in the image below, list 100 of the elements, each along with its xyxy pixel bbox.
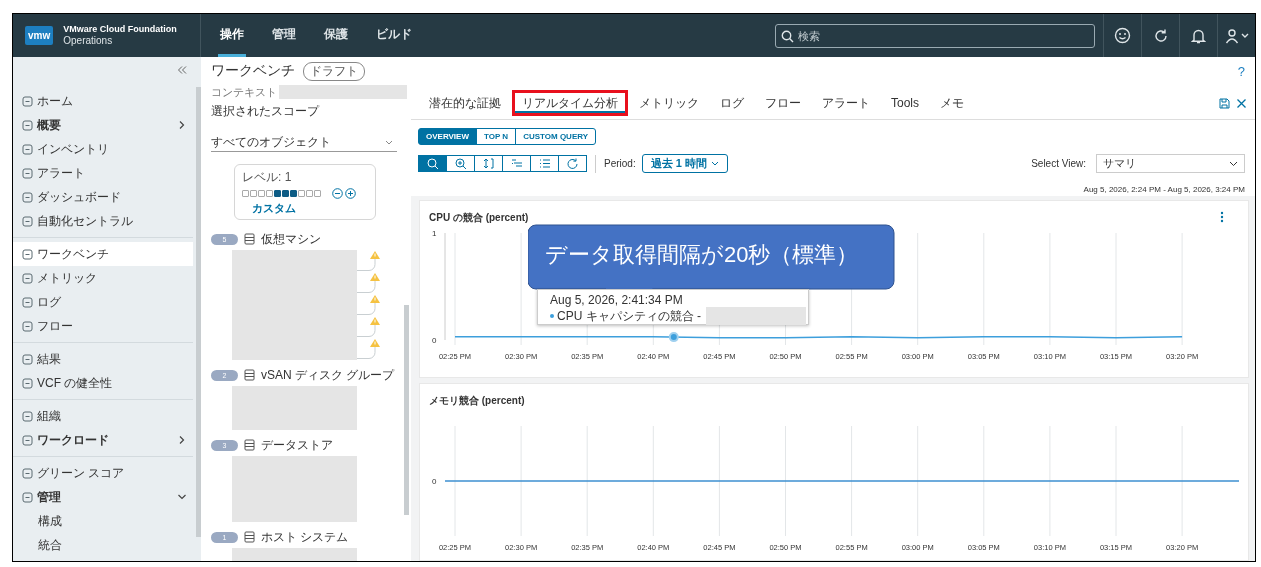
outline-icon bbox=[22, 119, 33, 131]
tree-group-label[interactable]: データストア bbox=[261, 436, 333, 454]
tooltip-time: Aug 5, 2026, 2:41:34 PM bbox=[550, 293, 684, 307]
sidebar-item[interactable]: ログ bbox=[13, 290, 193, 314]
chart-title: メモリ競合 (percent) bbox=[428, 394, 526, 408]
view-toggle[interactable]: TOP N bbox=[476, 128, 517, 145]
sidebar-item[interactable]: メトリック bbox=[13, 266, 193, 290]
plus-icon[interactable] bbox=[345, 188, 356, 199]
sidebar-item[interactable]: アラート bbox=[13, 161, 193, 185]
callout-text: データ取得間隔が20秒（標準） bbox=[545, 241, 859, 269]
list-icon[interactable] bbox=[530, 155, 559, 172]
scope-dropdown[interactable]: すべてのオブジェクト bbox=[211, 134, 397, 152]
object-icon bbox=[244, 369, 255, 381]
minus-icon[interactable] bbox=[332, 188, 343, 199]
level-cell[interactable] bbox=[274, 190, 281, 197]
refresh-icon[interactable] bbox=[1152, 27, 1169, 44]
smiley-icon[interactable] bbox=[1114, 27, 1131, 44]
outline-icon bbox=[22, 467, 33, 479]
outline-icon bbox=[22, 353, 33, 365]
view-toggle[interactable]: OVERVIEW bbox=[418, 128, 477, 145]
period-label: Period: bbox=[604, 158, 636, 169]
outline-icon bbox=[22, 491, 33, 503]
caret-icon bbox=[1229, 160, 1238, 167]
hover-point bbox=[668, 332, 679, 343]
zoom-in-icon[interactable] bbox=[446, 155, 475, 172]
level-cell[interactable] bbox=[298, 190, 305, 197]
tab[interactable]: リアルタイム分析 bbox=[512, 90, 628, 116]
level-cell[interactable] bbox=[266, 190, 273, 197]
sidebar-item[interactable]: ホーム bbox=[13, 89, 193, 113]
level-cell[interactable] bbox=[314, 190, 321, 197]
outline-icon bbox=[22, 296, 33, 308]
product-name: VMware Cloud Foundation bbox=[63, 24, 177, 35]
period-dropdown[interactable]: 過去 1 時間 bbox=[641, 154, 728, 173]
tree-group-label[interactable]: 仮想マシン bbox=[261, 230, 321, 248]
sidebar-item[interactable]: ダッシュボード bbox=[13, 185, 193, 209]
chart-title: CPU の競合 (percent) bbox=[428, 211, 529, 225]
help-button[interactable]: ? bbox=[1237, 63, 1245, 79]
outline-icon bbox=[22, 410, 33, 422]
sidebar-item[interactable]: グリーン スコア bbox=[13, 461, 193, 485]
tab[interactable]: メモ bbox=[930, 90, 974, 116]
outline-icon bbox=[22, 434, 33, 446]
outline-icon bbox=[22, 143, 33, 155]
sidebar-item[interactable]: ワークベンチ bbox=[13, 242, 193, 266]
custom-link[interactable]: カスタム bbox=[252, 201, 296, 216]
object-icon bbox=[244, 233, 255, 245]
level-cell[interactable] bbox=[242, 190, 249, 197]
tab[interactable]: アラート bbox=[812, 90, 880, 116]
outline-icon bbox=[22, 167, 33, 179]
sidebar-item[interactable]: インベントリ bbox=[13, 137, 193, 161]
outline-icon bbox=[22, 377, 33, 389]
search-icon[interactable] bbox=[418, 155, 447, 172]
y-axis-label: 0 bbox=[432, 336, 437, 345]
user-icon[interactable] bbox=[1224, 27, 1249, 44]
sidebar-item[interactable]: 統合 bbox=[13, 533, 193, 557]
y-axis-label: 1 bbox=[432, 229, 437, 238]
level-cell[interactable] bbox=[282, 190, 289, 197]
outline-icon bbox=[22, 95, 33, 107]
nav-tab[interactable]: ビルド bbox=[374, 14, 414, 57]
y-axis-label: 0 bbox=[432, 477, 437, 486]
outline-icon bbox=[22, 248, 33, 260]
nav-tab[interactable]: 保護 bbox=[322, 14, 350, 57]
level-cell[interactable] bbox=[306, 190, 313, 197]
sidebar-item[interactable]: 管理 bbox=[13, 485, 193, 509]
sidebar-item[interactable]: 結果 bbox=[13, 347, 193, 371]
view-toggle[interactable]: CUSTOM QUERY bbox=[515, 128, 597, 145]
tab[interactable]: フロー bbox=[755, 90, 811, 116]
tab[interactable]: メトリック bbox=[629, 90, 709, 116]
date-range: Aug 5, 2026, 2:24 PM - Aug 5, 2026, 3:24 PM bbox=[1082, 185, 1245, 194]
outline-icon bbox=[22, 272, 33, 284]
tree-group-label[interactable]: vSAN ディスク グループ bbox=[261, 366, 395, 384]
sidebar-item[interactable]: VCF の健全性 bbox=[13, 371, 193, 395]
sidebar-item[interactable]: 構成 bbox=[13, 509, 193, 533]
outline-icon bbox=[22, 320, 33, 332]
sidebar-item[interactable]: 組織 bbox=[13, 404, 193, 428]
sort-list-icon[interactable] bbox=[502, 155, 531, 172]
sidebar-item[interactable]: ワークロード bbox=[13, 428, 193, 452]
status-badge: ドラフト bbox=[303, 61, 365, 81]
logo: vmw bbox=[25, 26, 54, 45]
caret-icon bbox=[385, 139, 393, 146]
nav-tab[interactable]: 操作 bbox=[218, 14, 246, 57]
search-field[interactable]: 検索 bbox=[775, 23, 1095, 48]
context-label: コンテキスト bbox=[211, 85, 277, 100]
level-cell[interactable] bbox=[258, 190, 265, 197]
sidebar-item[interactable]: フロー bbox=[13, 314, 193, 338]
save-icon[interactable] bbox=[1219, 97, 1230, 109]
kebab-menu-icon[interactable] bbox=[1220, 211, 1224, 223]
tab[interactable]: ログ bbox=[710, 90, 754, 116]
bell-icon[interactable] bbox=[1191, 27, 1206, 44]
refresh-icon[interactable] bbox=[558, 155, 587, 172]
sidebar-item[interactable]: 概要 bbox=[13, 113, 193, 137]
tab[interactable]: 潜在的な証拠 bbox=[419, 90, 511, 116]
level-cell[interactable] bbox=[290, 190, 297, 197]
nav-tab[interactable]: 管理 bbox=[270, 14, 298, 57]
level-cell[interactable] bbox=[250, 190, 257, 197]
vertical-arrows-icon[interactable] bbox=[474, 155, 503, 172]
tree-group-label[interactable]: ホスト システム bbox=[261, 528, 349, 546]
sidebar-item[interactable]: 自動化セントラル bbox=[13, 209, 193, 233]
tab[interactable]: Tools bbox=[881, 90, 929, 116]
select-view-dropdown[interactable]: サマリ bbox=[1096, 154, 1245, 173]
close-icon[interactable] bbox=[1236, 97, 1247, 109]
